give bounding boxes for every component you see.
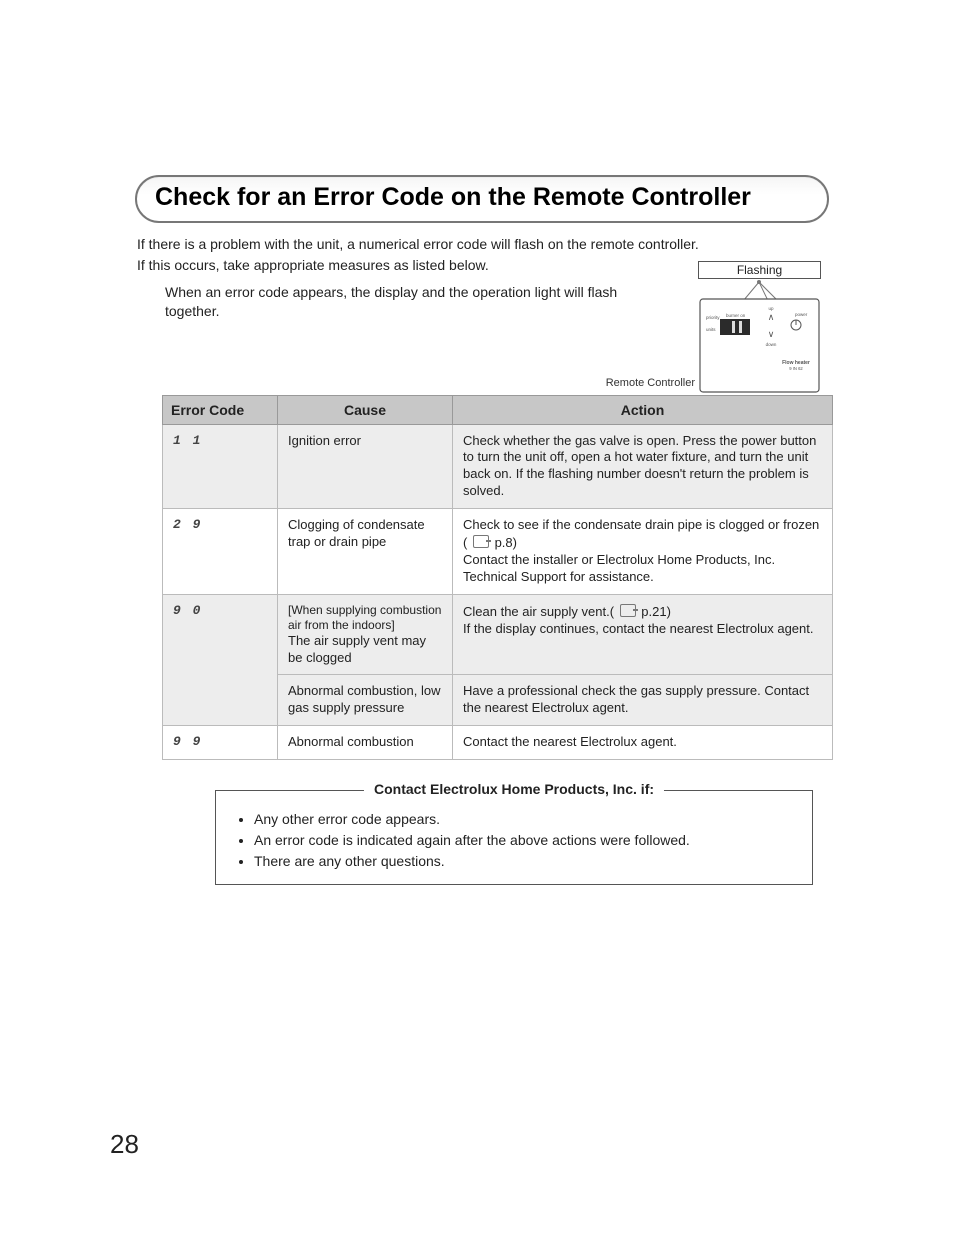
remote-controller-figure: Flashing priority burner on units up <box>698 261 821 394</box>
error-code-99: 9 9 <box>163 726 278 760</box>
error-code-11: 1 1 <box>163 424 278 509</box>
cause-cell: Abnormal combustion, low gas supply pres… <box>278 675 453 726</box>
contact-box: Contact Electrolux Home Products, Inc. i… <box>215 790 813 885</box>
cause-cell: Clogging of condensate trap or drain pip… <box>278 509 453 595</box>
svg-text:units: units <box>706 327 716 332</box>
page-number: 28 <box>110 1129 139 1160</box>
header-cause: Cause <box>278 395 453 424</box>
error-code-90: 9 0 <box>163 594 278 726</box>
page-ref-icon <box>473 535 489 548</box>
table-row: 9 0 [When supplying combustion air from … <box>163 594 833 675</box>
action-cell: Contact the nearest Electrolux agent. <box>453 726 833 760</box>
svg-text:up: up <box>768 306 774 311</box>
svg-text:power: power <box>795 312 808 317</box>
page-ref-icon <box>620 604 636 617</box>
document-page: Check for an Error Code on the Remote Co… <box>0 0 954 1235</box>
cause-main: The air supply vent may be clogged <box>288 633 442 667</box>
list-item: An error code is indicated again after t… <box>254 830 794 851</box>
remote-controller-caption: Remote Controller <box>583 377 695 389</box>
action-cell: Check to see if the condensate drain pip… <box>453 509 833 595</box>
page-ref: p.8 <box>495 535 513 550</box>
action-text: Clean the air supply vent.( <box>463 604 618 619</box>
list-item: There are any other questions. <box>254 851 794 872</box>
action-cell: Clean the air supply vent.( p.21) If the… <box>453 594 833 675</box>
table-header-row: Error Code Cause Action <box>163 395 833 424</box>
remote-controller-diagram: priority burner on units up ∧ ∨ down pow… <box>698 279 821 394</box>
svg-text:∧: ∧ <box>768 312 775 322</box>
section-title: Check for an Error Code on the Remote Co… <box>155 183 809 212</box>
svg-text:priority: priority <box>706 315 720 320</box>
section-title-bar: Check for an Error Code on the Remote Co… <box>135 175 829 223</box>
cause-cell: Ignition error <box>278 424 453 509</box>
svg-text:burner on: burner on <box>726 313 746 318</box>
page-ref: p.21 <box>641 604 666 619</box>
intro-note: When an error code appears, the display … <box>165 283 645 321</box>
header-error-code: Error Code <box>163 395 278 424</box>
cause-cell: [When supplying combustion air from the … <box>278 594 453 675</box>
list-item: Any other error code appears. <box>254 809 794 830</box>
intro-line-1: If there is a problem with the unit, a n… <box>137 235 829 254</box>
error-code-29: 2 9 <box>163 509 278 595</box>
flashing-label: Flashing <box>698 261 821 279</box>
action-cell: Check whether the gas valve is open. Pre… <box>453 424 833 509</box>
cause-cell: Abnormal combustion <box>278 726 453 760</box>
error-code-table: Error Code Cause Action 1 1 Ignition err… <box>162 395 833 761</box>
action-cell: Have a professional check the gas supply… <box>453 675 833 726</box>
table-row: 1 1 Ignition error Check whether the gas… <box>163 424 833 509</box>
svg-text:down: down <box>766 342 777 347</box>
table-row: 9 9 Abnormal combustion Contact the near… <box>163 726 833 760</box>
header-action: Action <box>453 395 833 424</box>
svg-text:∨: ∨ <box>768 329 775 339</box>
cause-note: [When supplying combustion air from the … <box>288 603 442 633</box>
contact-list: Any other error code appears. An error c… <box>234 809 794 872</box>
svg-text:9 IN 62: 9 IN 62 <box>789 366 803 371</box>
contact-legend: Contact Electrolux Home Products, Inc. i… <box>364 781 664 797</box>
table-row: 2 9 Clogging of condensate trap or drain… <box>163 509 833 595</box>
